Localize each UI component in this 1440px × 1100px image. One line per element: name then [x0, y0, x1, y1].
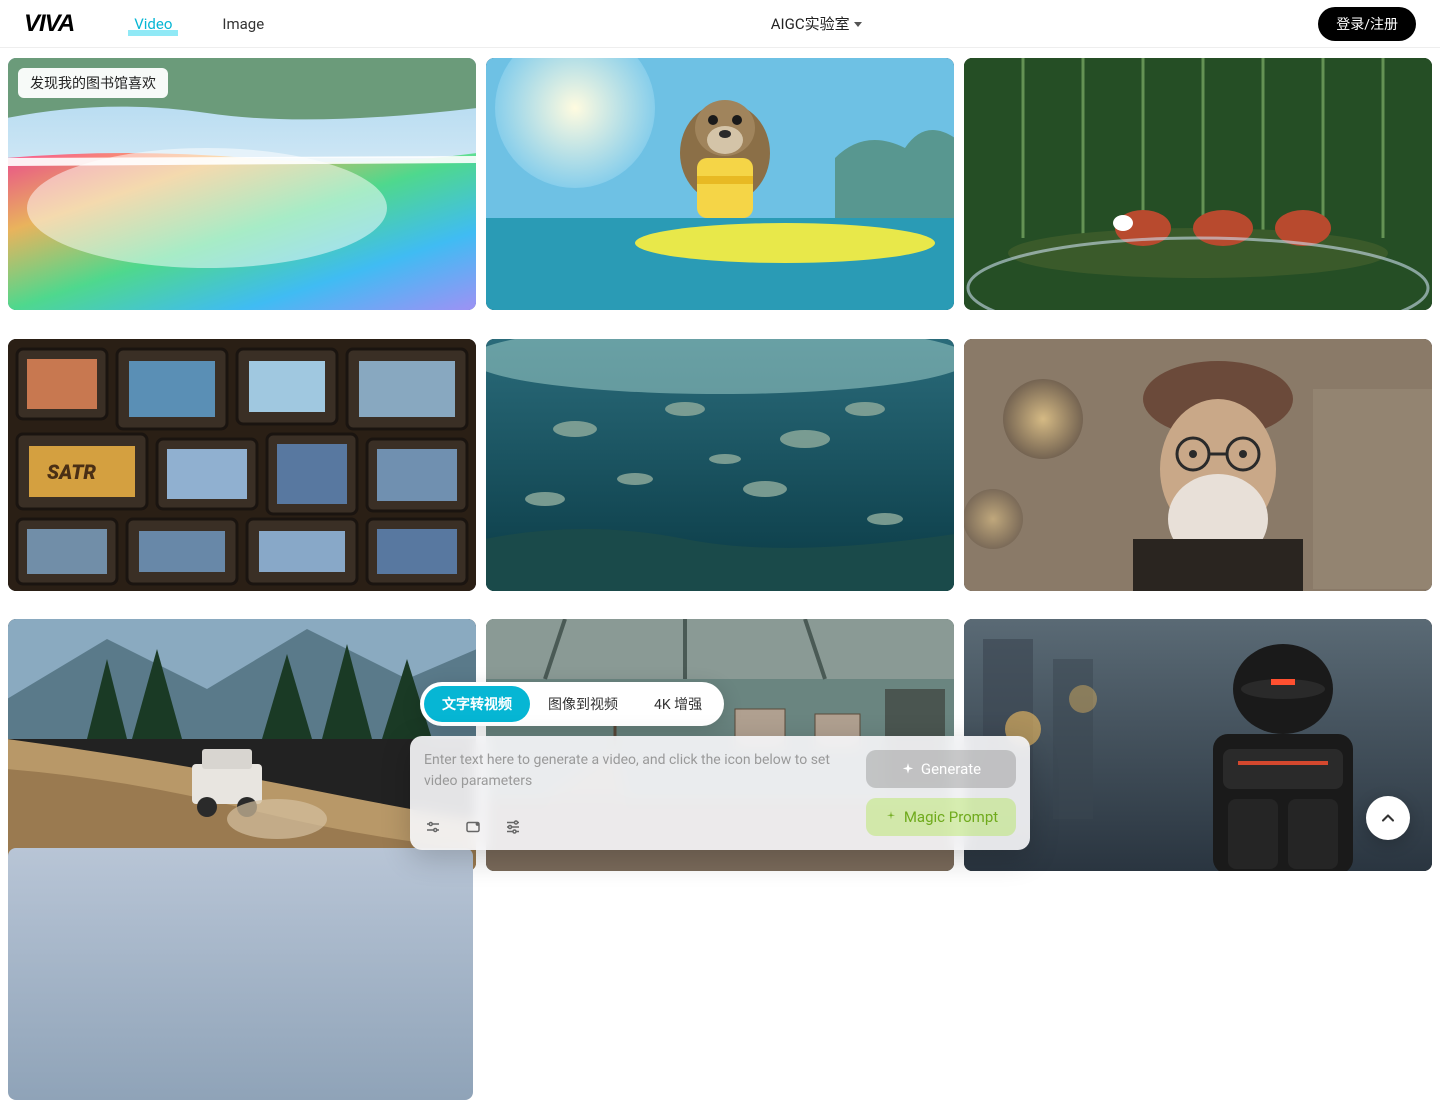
- prompt-right: Generate Magic Prompt: [866, 750, 1016, 836]
- thumbnail-underwater: [486, 339, 954, 591]
- tab-text-to-video[interactable]: 文字转视频: [424, 686, 530, 722]
- prompt-tool-row: [424, 818, 856, 836]
- tab-image-to-video[interactable]: 图像到视频: [530, 686, 636, 722]
- nav-aigc-label: AIGC实验室: [771, 13, 850, 34]
- tab-4k-upscale[interactable]: 4K 增强: [636, 686, 720, 722]
- thumbnail-robot: [964, 619, 1432, 871]
- nav-aigc-lab[interactable]: AIGC实验室: [771, 13, 862, 34]
- gallery-card-offroad-truck[interactable]: [8, 619, 476, 871]
- discover-badge[interactable]: 发现我的图书馆喜欢: [18, 68, 168, 98]
- chevron-up-icon: [1378, 808, 1398, 828]
- thumbnail-red-pandas: [964, 58, 1432, 310]
- nav-center: AIGC实验室: [314, 13, 1318, 34]
- wand-icon: [884, 810, 898, 824]
- prompt-box: Enter text here to generate a video, and…: [410, 736, 1030, 850]
- svg-text:SATR: SATR: [47, 460, 96, 484]
- gallery-card-partial[interactable]: [8, 848, 473, 1100]
- mode-tabs: 文字转视频 图像到视频 4K 增强: [420, 682, 724, 726]
- logo[interactable]: VIVA: [24, 10, 74, 38]
- sparkle-icon: [901, 762, 915, 776]
- gallery-card-robot-city[interactable]: [964, 619, 1432, 871]
- chevron-down-icon: [854, 22, 862, 27]
- gallery-card-old-man[interactable]: [964, 339, 1432, 591]
- nav-video[interactable]: Video: [134, 15, 172, 33]
- thumbnail-tv-wall: SATR: [8, 339, 476, 591]
- magic-prompt-button[interactable]: Magic Prompt: [866, 798, 1016, 836]
- generate-button[interactable]: Generate: [866, 750, 1016, 788]
- nav-image[interactable]: Image: [222, 15, 264, 33]
- gallery-card-red-pandas[interactable]: [964, 58, 1432, 310]
- settings-sliders-icon[interactable]: [424, 818, 442, 836]
- generator-panel: 文字转视频 图像到视频 4K 增强 Enter text here to gen…: [410, 682, 1030, 850]
- thumbnail-offroad: [8, 619, 476, 871]
- header: VIVA Video Image AIGC实验室 登录/注册: [0, 0, 1440, 48]
- scroll-to-top-button[interactable]: [1366, 796, 1410, 840]
- magic-label: Magic Prompt: [904, 808, 998, 826]
- aspect-ratio-icon[interactable]: [464, 818, 482, 836]
- adjust-icon[interactable]: [504, 818, 522, 836]
- prompt-left: Enter text here to generate a video, and…: [424, 750, 856, 836]
- gallery-card-tv-wall[interactable]: SATR: [8, 339, 476, 591]
- gallery-card-underwater[interactable]: [486, 339, 954, 591]
- login-button[interactable]: 登录/注册: [1318, 7, 1416, 41]
- gallery-card-otter-surfboard[interactable]: [486, 58, 954, 310]
- generate-label: Generate: [921, 760, 981, 778]
- gallery-card-rainbow-waterfall[interactable]: 发现我的图书馆喜欢: [8, 58, 476, 310]
- thumbnail-old-man: [964, 339, 1432, 591]
- prompt-input[interactable]: Enter text here to generate a video, and…: [424, 750, 856, 800]
- thumbnail-otter: [486, 58, 954, 310]
